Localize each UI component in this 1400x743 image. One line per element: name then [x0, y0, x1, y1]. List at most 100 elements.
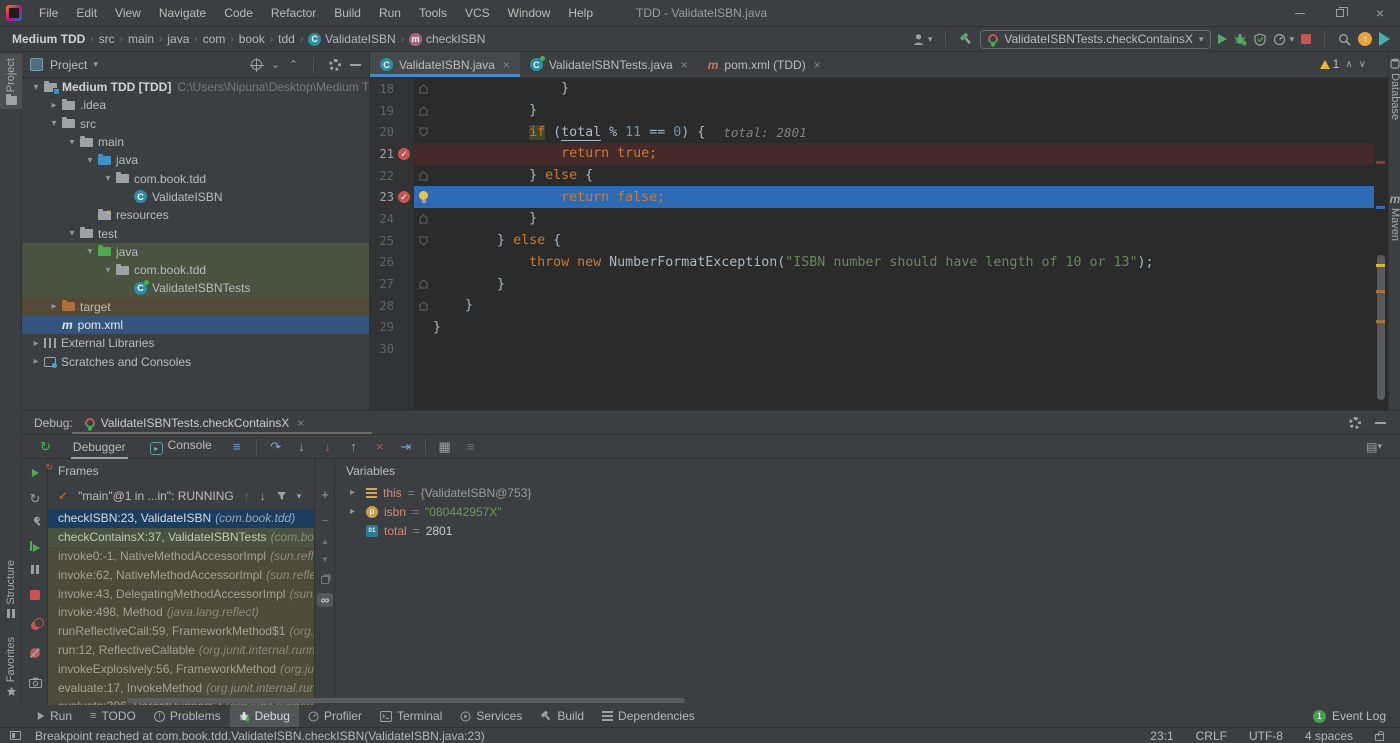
prev-problem-icon[interactable]: ∧: [1345, 59, 1352, 70]
user-profile-button[interactable]: ▾: [912, 33, 933, 46]
stop-icon[interactable]: [22, 589, 48, 603]
line-number[interactable]: 25: [370, 234, 394, 248]
run-configuration-select[interactable]: ValidateISBNTests.checkContainsX ▾: [980, 30, 1211, 49]
line-number[interactable]: 28: [370, 299, 394, 313]
expand-icon[interactable]: ▸: [350, 506, 360, 517]
evaluate-expression-icon[interactable]: ▦: [432, 439, 458, 455]
tree-item-main[interactable]: ▾ main: [22, 133, 369, 151]
toolwindow-debug[interactable]: Debug: [230, 705, 299, 727]
rerun-button[interactable]: ↻: [40, 439, 51, 455]
tree-item-main-java[interactable]: ▾ java: [22, 151, 369, 169]
stop-button[interactable]: [1301, 34, 1311, 44]
frame-row[interactable]: invoke:62, NativeMethodAccessorImpl(sun.…: [48, 565, 314, 584]
drop-frame-icon[interactable]: ×: [367, 439, 393, 454]
stripe-mark-warning[interactable]: [1376, 264, 1385, 267]
variable-row[interactable]: ▸ p isbn = "080442957X": [336, 502, 1400, 521]
menu-build[interactable]: Build: [325, 6, 370, 20]
breakpoint-icon[interactable]: ✓: [398, 148, 410, 160]
variable-row[interactable]: 01 total = 2801: [336, 521, 1400, 540]
chevron-down-icon[interactable]: ▾: [64, 137, 80, 148]
run-with-coverage-button[interactable]: [1254, 33, 1266, 46]
tab-console[interactable]: ▸Console: [138, 438, 224, 455]
tree-item-project-root[interactable]: ▾ Medium TDD [TDD] C:\Users\Nipuna\Deskt…: [22, 78, 369, 96]
line-number[interactable]: 26: [370, 255, 394, 269]
tree-item-validateisbntests-class[interactable]: C ValidateISBNTests: [22, 279, 369, 297]
menu-run[interactable]: Run: [370, 6, 410, 20]
breadcrumb-com[interactable]: com: [203, 32, 226, 46]
toolwindow-services[interactable]: Services: [451, 705, 531, 727]
tree-item-main-package[interactable]: ▾ com.book.tdd: [22, 169, 369, 187]
breadcrumb-tdd[interactable]: tdd: [278, 32, 295, 46]
chevron-down-icon[interactable]: ▾: [82, 246, 98, 257]
chevron-down-icon[interactable]: ▾: [93, 59, 98, 70]
chevron-down-icon[interactable]: ▾: [64, 228, 80, 239]
add-watch-icon[interactable]: +: [315, 487, 335, 502]
chevron-down-icon[interactable]: ▾: [297, 491, 302, 502]
code-area[interactable]: 18 } 19 } 20 if (total % 11 == 0) {total…: [370, 78, 1374, 360]
stripe-mark-breakpoint[interactable]: [1376, 161, 1385, 164]
move-watch-up-icon[interactable]: ▲: [315, 537, 335, 546]
tree-item-resources[interactable]: resources: [22, 206, 369, 224]
stripe-mark[interactable]: [1376, 290, 1385, 293]
tree-item-validateisbn-class[interactable]: C ValidateISBN: [22, 188, 369, 206]
chevron-right-icon[interactable]: ▸: [28, 338, 44, 349]
chevron-right-icon[interactable]: ▸: [28, 356, 44, 367]
resume-program-icon[interactable]: [22, 541, 48, 555]
menu-vcs[interactable]: VCS: [456, 6, 499, 20]
scrollbar-thumb[interactable]: [1377, 255, 1385, 400]
breadcrumb-method[interactable]: checkISBN: [426, 32, 485, 46]
stripe-mark[interactable]: [1376, 320, 1385, 323]
file-encoding[interactable]: UTF-8: [1249, 729, 1283, 743]
chevron-down-icon[interactable]: ▾: [46, 118, 62, 129]
hide-panel-icon[interactable]: [1375, 422, 1386, 424]
lock-icon[interactable]: [1375, 734, 1384, 741]
toolwindow-terminal[interactable]: Terminal: [371, 705, 451, 727]
chevron-down-icon[interactable]: ▾: [100, 173, 116, 184]
breadcrumb-src[interactable]: src: [99, 32, 115, 46]
breadcrumb-project[interactable]: Medium TDD: [12, 32, 85, 46]
thread-dump-camera-icon[interactable]: [22, 677, 48, 688]
sidebar-structure-stripe-button[interactable]: Structure: [0, 560, 22, 618]
status-message[interactable]: Breakpoint reached at com.book.tdd.Valid…: [35, 729, 485, 743]
ide-update-icon[interactable]: ↑: [1358, 32, 1372, 46]
line-number[interactable]: 23: [370, 190, 394, 204]
debug-session-tab[interactable]: ValidateISBNTests.checkContainsX ×: [81, 411, 309, 434]
tab-validateisbntests-java[interactable]: C ValidateISBNTests.java ×: [520, 52, 698, 77]
sidebar-database-stripe-button[interactable]: Database: [1389, 58, 1400, 120]
frame-row[interactable]: checkContainsX:37, ValidateISBNTests(com…: [48, 528, 314, 547]
debug-button[interactable]: [1234, 33, 1247, 46]
close-button[interactable]: ×: [1360, 0, 1400, 26]
frame-row[interactable]: run:12, ReflectiveCallable(org.junit.int…: [48, 641, 314, 660]
line-number[interactable]: 24: [370, 212, 394, 226]
reload-classes-icon[interactable]: ↻: [22, 491, 48, 507]
tree-item-idea[interactable]: ▸ .idea: [22, 96, 369, 114]
settings-wrench-icon[interactable]: [22, 515, 48, 527]
menu-file[interactable]: File: [30, 6, 67, 20]
line-number[interactable]: 19: [370, 104, 394, 118]
line-separator[interactable]: CRLF: [1196, 729, 1227, 743]
line-number[interactable]: 20: [370, 125, 394, 139]
event-log-button[interactable]: 1 Event Log: [1313, 709, 1386, 723]
horizontal-scrollbar[interactable]: [127, 698, 685, 703]
hide-panel-icon[interactable]: [350, 64, 361, 66]
menu-code[interactable]: Code: [215, 6, 262, 20]
restore-button[interactable]: [1320, 0, 1360, 26]
chevron-down-icon[interactable]: ▾: [100, 265, 116, 276]
menu-edit[interactable]: Edit: [67, 6, 106, 20]
toolwindow-todo[interactable]: ≡TODO: [81, 705, 145, 727]
breadcrumb-class[interactable]: ValidateISBN: [325, 32, 395, 46]
fold-marker-icon[interactable]: [419, 127, 428, 137]
rerun-debug-button[interactable]: ↻: [22, 467, 48, 481]
breakpoint-icon[interactable]: ✓: [398, 191, 410, 203]
close-icon[interactable]: ×: [297, 416, 304, 430]
duplicate-watch-icon[interactable]: [315, 573, 335, 587]
gear-icon[interactable]: [1349, 417, 1361, 429]
chevron-down-icon[interactable]: ▾: [82, 155, 98, 166]
inspection-widget[interactable]: 1 ∧ ∨: [1320, 57, 1366, 71]
settings-sliders-icon[interactable]: ≡: [458, 439, 484, 454]
minimize-button[interactable]: [1280, 0, 1320, 26]
menu-refactor[interactable]: Refactor: [262, 6, 325, 20]
tree-item-pom-xml[interactable]: m pom.xml: [22, 316, 369, 334]
close-icon[interactable]: ×: [681, 58, 688, 72]
caret-position[interactable]: 23:1: [1150, 729, 1173, 743]
